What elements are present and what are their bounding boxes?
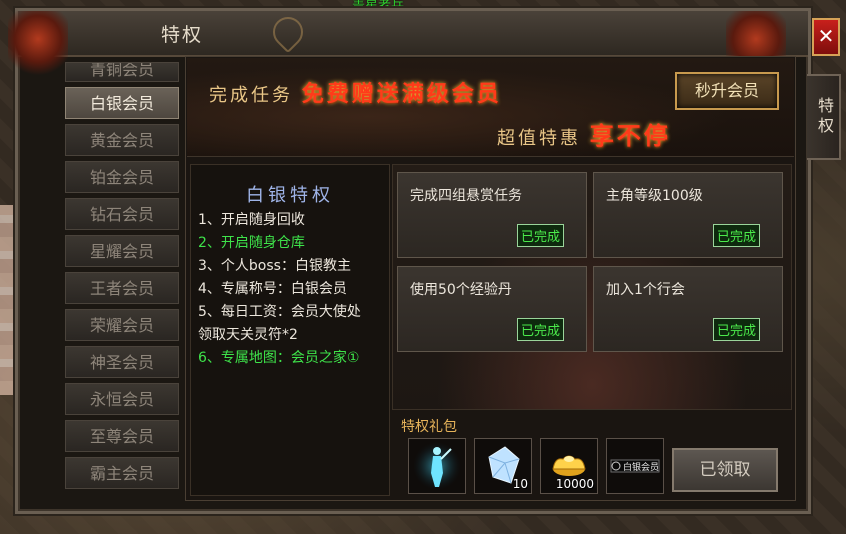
task-text: 完成四组悬赏任务 xyxy=(410,188,522,204)
member-tier-nav: 青铜会员 白银会员 黄金会员 铂金会员 钻石会员 星耀会员 王者会员 荣耀会员 … xyxy=(62,62,182,492)
gift-slot[interactable]: 白银会员 xyxy=(606,438,664,494)
dragon-ornament-left-icon xyxy=(8,11,68,81)
task-card: 主角等级100级 已完成 xyxy=(593,172,783,258)
close-icon: ✕ xyxy=(817,24,835,48)
gift-slot[interactable] xyxy=(408,438,466,494)
task-card: 完成四组悬赏任务 已完成 xyxy=(397,172,587,258)
banner-line-2-highlight: 享不停 xyxy=(589,121,671,150)
privilege-title: 白银特权 xyxy=(246,185,334,206)
task-text: 使用50个经验丹 xyxy=(410,282,512,298)
banner-line-1-prefix: 完成任务 xyxy=(209,85,293,106)
privilege-item: 2、开启随身仓库 xyxy=(198,235,305,251)
banner-line-2-prefix: 超值特惠 xyxy=(497,128,581,149)
claimed-button[interactable]: 已领取 xyxy=(672,448,778,492)
nav-item-platinum[interactable]: 铂金会员 xyxy=(65,161,179,193)
promo-banner: 完成任务 免费赠送满级会员 超值特惠 享不停 秒升会员 xyxy=(187,58,794,157)
gift-slot[interactable]: 10 xyxy=(474,438,532,494)
nav-item-overlord[interactable]: 霸主会员 xyxy=(65,457,179,489)
banner-line-1-highlight: 免费赠送满级会员 xyxy=(301,81,502,107)
banner-line-1: 完成任务 免费赠送满级会员 xyxy=(209,76,502,108)
task-text: 加入1个行会 xyxy=(606,282,685,298)
privilege-item: 1、开启随身回收 xyxy=(198,212,305,228)
gift-quantity: 10000 xyxy=(555,477,594,491)
gift-slot[interactable]: 10000 xyxy=(540,438,598,494)
nav-item-gold[interactable]: 黄金会员 xyxy=(65,124,179,156)
task-card: 使用50个经验丹 已完成 xyxy=(397,266,587,352)
nav-item-bronze[interactable]: 青铜会员 xyxy=(65,62,179,82)
privilege-item: 3、个人boss：白银教主 xyxy=(198,258,351,274)
nav-item-eternal[interactable]: 永恒会员 xyxy=(65,383,179,415)
nav-item-star[interactable]: 星耀会员 xyxy=(65,235,179,267)
title-bar[interactable]: 特权 xyxy=(18,10,808,57)
task-status-badge: 已完成 xyxy=(712,224,760,247)
content-area: 完成任务 免费赠送满级会员 超值特惠 享不停 秒升会员 白银特权 1、开启随身回… xyxy=(185,56,796,501)
privilege-list: 1、开启随身回收 2、开启随身仓库 3、个人boss：白银教主 4、专属称号：白… xyxy=(198,209,386,370)
privilege-item: 领取天关灵符*2 xyxy=(198,327,298,343)
nav-item-glory[interactable]: 荣耀会员 xyxy=(65,309,179,341)
task-status-badge: 已完成 xyxy=(712,318,760,341)
privilege-item: 6、专属地图：会员之家① xyxy=(198,350,360,366)
task-status-badge: 已完成 xyxy=(516,224,564,247)
privilege-item: 5、每日工资：会员大使处 xyxy=(198,304,361,320)
gift-title-text: 白银会员 xyxy=(623,461,659,473)
gift-pack-section: 特权礼包 10 10000 白银会员 已领取 xyxy=(392,409,790,498)
gift-quantity: 10 xyxy=(512,477,528,491)
nav-item-silver[interactable]: 白银会员 xyxy=(65,87,179,119)
warrior-figure-icon xyxy=(413,442,461,490)
task-grid: 完成四组悬赏任务 已完成 主角等级100级 已完成 使用50个经验丹 已完成 加… xyxy=(392,164,792,410)
banner-line-2: 超值特惠 享不停 xyxy=(497,116,671,151)
emblem-icon xyxy=(266,10,310,54)
nav-item-diamond[interactable]: 钻石会员 xyxy=(65,198,179,230)
instant-upgrade-button[interactable]: 秒升会员 xyxy=(675,72,779,110)
gift-pack-label: 特权礼包 xyxy=(401,419,457,435)
close-button[interactable]: ✕ xyxy=(812,18,840,56)
task-text: 主角等级100级 xyxy=(606,188,703,204)
silver-member-title-icon: 白银会员 xyxy=(610,459,660,473)
side-tab-privilege[interactable]: 特权 xyxy=(807,74,841,160)
task-status-badge: 已完成 xyxy=(516,318,564,341)
nav-item-king[interactable]: 王者会员 xyxy=(65,272,179,304)
task-card: 加入1个行会 已完成 xyxy=(593,266,783,352)
nav-item-holy[interactable]: 神圣会员 xyxy=(65,346,179,378)
window-title: 特权 xyxy=(161,24,204,46)
privilege-list-panel: 白银特权 1、开启随身回收 2、开启随身仓库 3、个人boss：白银教主 4、专… xyxy=(190,164,390,496)
privilege-item: 4、专属称号：白银会员 xyxy=(198,281,347,297)
nav-item-supreme[interactable]: 至尊会员 xyxy=(65,420,179,452)
